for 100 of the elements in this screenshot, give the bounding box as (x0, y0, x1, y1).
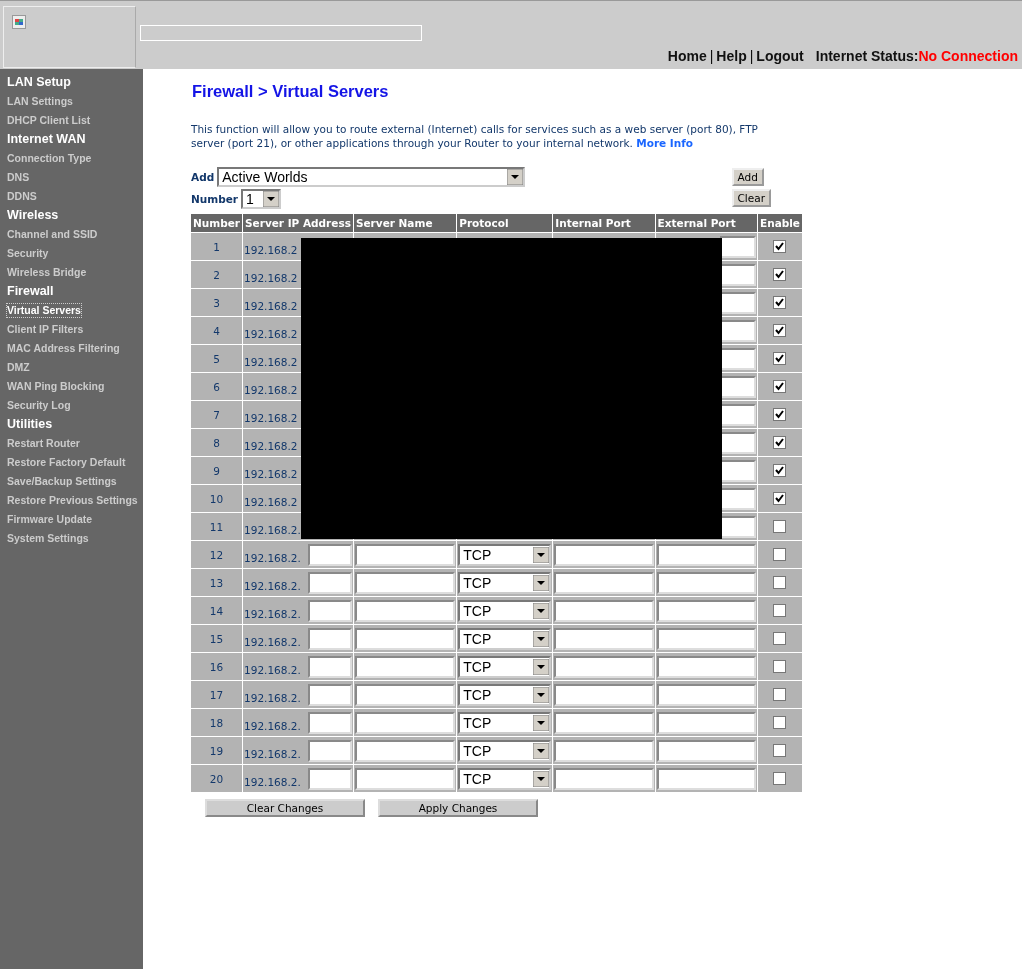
server-name-field[interactable] (354, 599, 456, 622)
sidebar-item[interactable]: DMZ (7, 358, 30, 377)
external-port-field[interactable] (656, 543, 756, 566)
internal-port-field[interactable] (554, 543, 654, 566)
server-name-field[interactable] (354, 655, 456, 678)
protocol-dropdown[interactable]: TCP (458, 683, 552, 706)
row-number: 4 (191, 317, 243, 344)
protocol-dropdown[interactable]: TCP (458, 711, 552, 734)
ip-field[interactable] (307, 599, 352, 622)
internal-port-field[interactable] (554, 655, 654, 678)
sidebar-item[interactable]: Firmware Update (7, 510, 93, 529)
row-number: 6 (191, 373, 243, 400)
external-port-field[interactable] (656, 655, 756, 678)
enable-checkbox[interactable] (773, 520, 787, 533)
enable-checkbox[interactable] (773, 660, 787, 673)
enable-checkbox[interactable] (773, 772, 787, 785)
internal-port-field[interactable] (554, 767, 654, 790)
internal-port-field[interactable] (554, 683, 654, 706)
header-link[interactable]: Help (716, 48, 747, 64)
sidebar-item[interactable]: MAC Address Filtering (7, 339, 120, 358)
enable-checkbox[interactable] (773, 548, 787, 561)
protocol-dropdown[interactable]: TCP (458, 627, 552, 650)
sidebar-item[interactable]: Save/Backup Settings (7, 472, 117, 491)
enable-checkbox[interactable] (773, 436, 787, 449)
server-name-field[interactable] (354, 767, 456, 790)
server-name-field[interactable] (354, 571, 456, 594)
more-info-link[interactable]: More Info (636, 137, 693, 149)
external-port-field[interactable] (720, 235, 756, 258)
enable-checkbox[interactable] (773, 716, 787, 729)
server-name-field[interactable] (354, 627, 456, 650)
ip-field[interactable] (307, 739, 352, 762)
service-dropdown[interactable]: Active Worlds (217, 167, 526, 187)
internal-port-field[interactable] (554, 739, 654, 762)
add-button[interactable]: Add (731, 168, 764, 186)
external-port-field[interactable] (656, 683, 756, 706)
enable-checkbox[interactable] (773, 492, 787, 505)
ip-field[interactable] (307, 683, 352, 706)
row-number: 9 (191, 457, 243, 484)
enable-checkbox[interactable] (773, 268, 787, 281)
enable-checkbox[interactable] (773, 576, 787, 589)
internal-port-field[interactable] (554, 711, 654, 734)
sidebar-item[interactable]: WAN Ping Blocking (7, 377, 105, 396)
sidebar-item[interactable]: Virtual Servers (7, 304, 81, 317)
ip-field[interactable] (307, 571, 352, 594)
protocol-dropdown[interactable]: TCP (458, 599, 552, 622)
external-port-field[interactable] (656, 767, 756, 790)
sidebar-item[interactable]: Restore Factory Default (7, 453, 126, 472)
clear-button[interactable]: Clear (731, 189, 771, 207)
enable-checkbox[interactable] (773, 408, 787, 421)
enable-checkbox[interactable] (773, 744, 787, 757)
protocol-dropdown[interactable]: TCP (458, 655, 552, 678)
number-dropdown[interactable]: 1 (241, 189, 282, 209)
action-button[interactable]: Clear Changes (205, 799, 365, 817)
ip-field[interactable] (307, 655, 352, 678)
enable-checkbox[interactable] (773, 380, 787, 393)
enable-checkbox[interactable] (773, 240, 787, 253)
sidebar-item[interactable]: Security Log (7, 396, 71, 415)
sidebar-item[interactable]: DDNS (7, 187, 37, 206)
external-port-field[interactable] (656, 571, 756, 594)
external-port-field[interactable] (656, 711, 756, 734)
enable-checkbox[interactable] (773, 324, 787, 337)
action-button[interactable]: Apply Changes (378, 799, 538, 817)
enable-checkbox[interactable] (773, 604, 787, 617)
sidebar-item[interactable]: Restore Previous Settings (7, 491, 138, 510)
ip-field[interactable] (307, 711, 352, 734)
enable-checkbox[interactable] (773, 688, 787, 701)
header-link[interactable]: Home (667, 48, 707, 64)
external-port-field[interactable] (656, 627, 756, 650)
protocol-dropdown[interactable]: TCP (458, 543, 552, 566)
external-port-field[interactable] (656, 599, 756, 622)
sidebar-item[interactable]: Wireless Bridge (7, 263, 87, 282)
internal-port-field[interactable] (554, 571, 654, 594)
sidebar-item[interactable]: DHCP Client List (7, 111, 91, 130)
enable-checkbox[interactable] (773, 632, 787, 645)
sidebar-item[interactable]: Connection Type (7, 149, 92, 168)
enable-checkbox[interactable] (773, 352, 787, 365)
protocol-dropdown[interactable]: TCP (458, 739, 552, 762)
internal-port-field[interactable] (554, 599, 654, 622)
ip-field[interactable] (307, 543, 352, 566)
header-link[interactable]: Logout (756, 48, 804, 64)
enable-checkbox[interactable] (773, 296, 787, 309)
protocol-dropdown[interactable]: TCP (458, 767, 552, 790)
server-name-field[interactable] (354, 683, 456, 706)
protocol-dropdown[interactable]: TCP (458, 571, 552, 594)
sidebar-item[interactable]: Client IP Filters (7, 320, 84, 339)
enable-checkbox[interactable] (773, 464, 787, 477)
ip-field[interactable] (307, 767, 352, 790)
internal-port-field[interactable] (554, 627, 654, 650)
sidebar-item[interactable]: DNS (7, 168, 30, 187)
sidebar-item[interactable]: Security (7, 244, 49, 263)
sidebar-item[interactable]: Channel and SSID (7, 225, 98, 244)
server-name-field[interactable] (354, 711, 456, 734)
column-header: Number (191, 214, 243, 232)
external-port-field[interactable] (656, 739, 756, 762)
sidebar-item[interactable]: Restart Router (7, 434, 80, 453)
sidebar-item[interactable]: LAN Settings (7, 92, 73, 111)
ip-field[interactable] (307, 627, 352, 650)
server-name-field[interactable] (354, 543, 456, 566)
server-name-field[interactable] (354, 739, 456, 762)
sidebar-item[interactable]: System Settings (7, 529, 89, 548)
